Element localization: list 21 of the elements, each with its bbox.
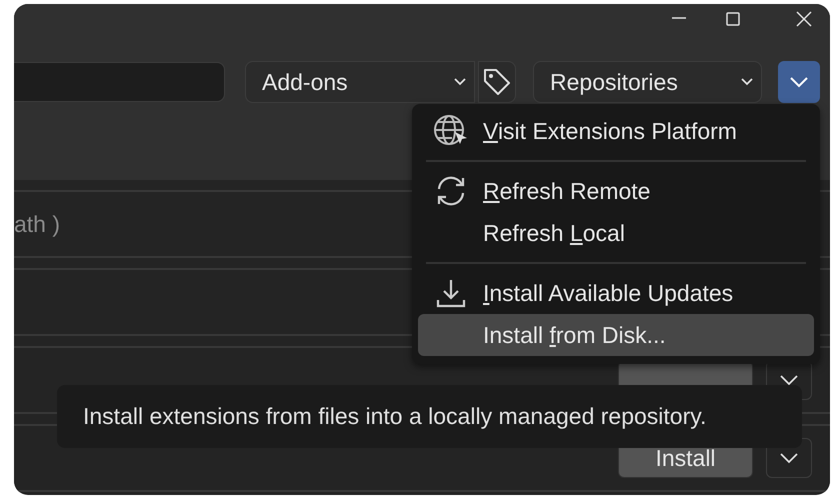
category-dropdown[interactable]: Add-ons	[245, 61, 475, 103]
repository-dropdown[interactable]: Repositories	[533, 61, 762, 103]
chevron-down-icon	[779, 374, 799, 386]
tag-button[interactable]	[478, 61, 516, 103]
menu-button[interactable]	[778, 61, 820, 103]
search-field[interactable]	[14, 62, 225, 102]
menu-item[interactable]: Install from Disk...	[418, 314, 814, 356]
globe-cursor-icon	[432, 114, 468, 148]
chevron-down-icon	[741, 78, 753, 86]
menu-item[interactable]: Refresh Remote	[418, 170, 814, 212]
menu-item[interactable]: Install Available Updates	[418, 272, 814, 314]
chevron-down-icon	[789, 76, 809, 88]
chevron-down-icon	[779, 452, 799, 464]
chevron-down-icon	[454, 78, 466, 86]
maximize-icon[interactable]	[726, 12, 740, 26]
tag-icon	[482, 67, 512, 97]
row-text: ath )	[14, 210, 60, 238]
tooltip: Install extensions from files into a locally managed repository.	[57, 385, 802, 448]
close-icon[interactable]	[796, 11, 812, 27]
download-icon	[434, 277, 466, 309]
menu-item[interactable]: Refresh Local	[418, 212, 814, 254]
